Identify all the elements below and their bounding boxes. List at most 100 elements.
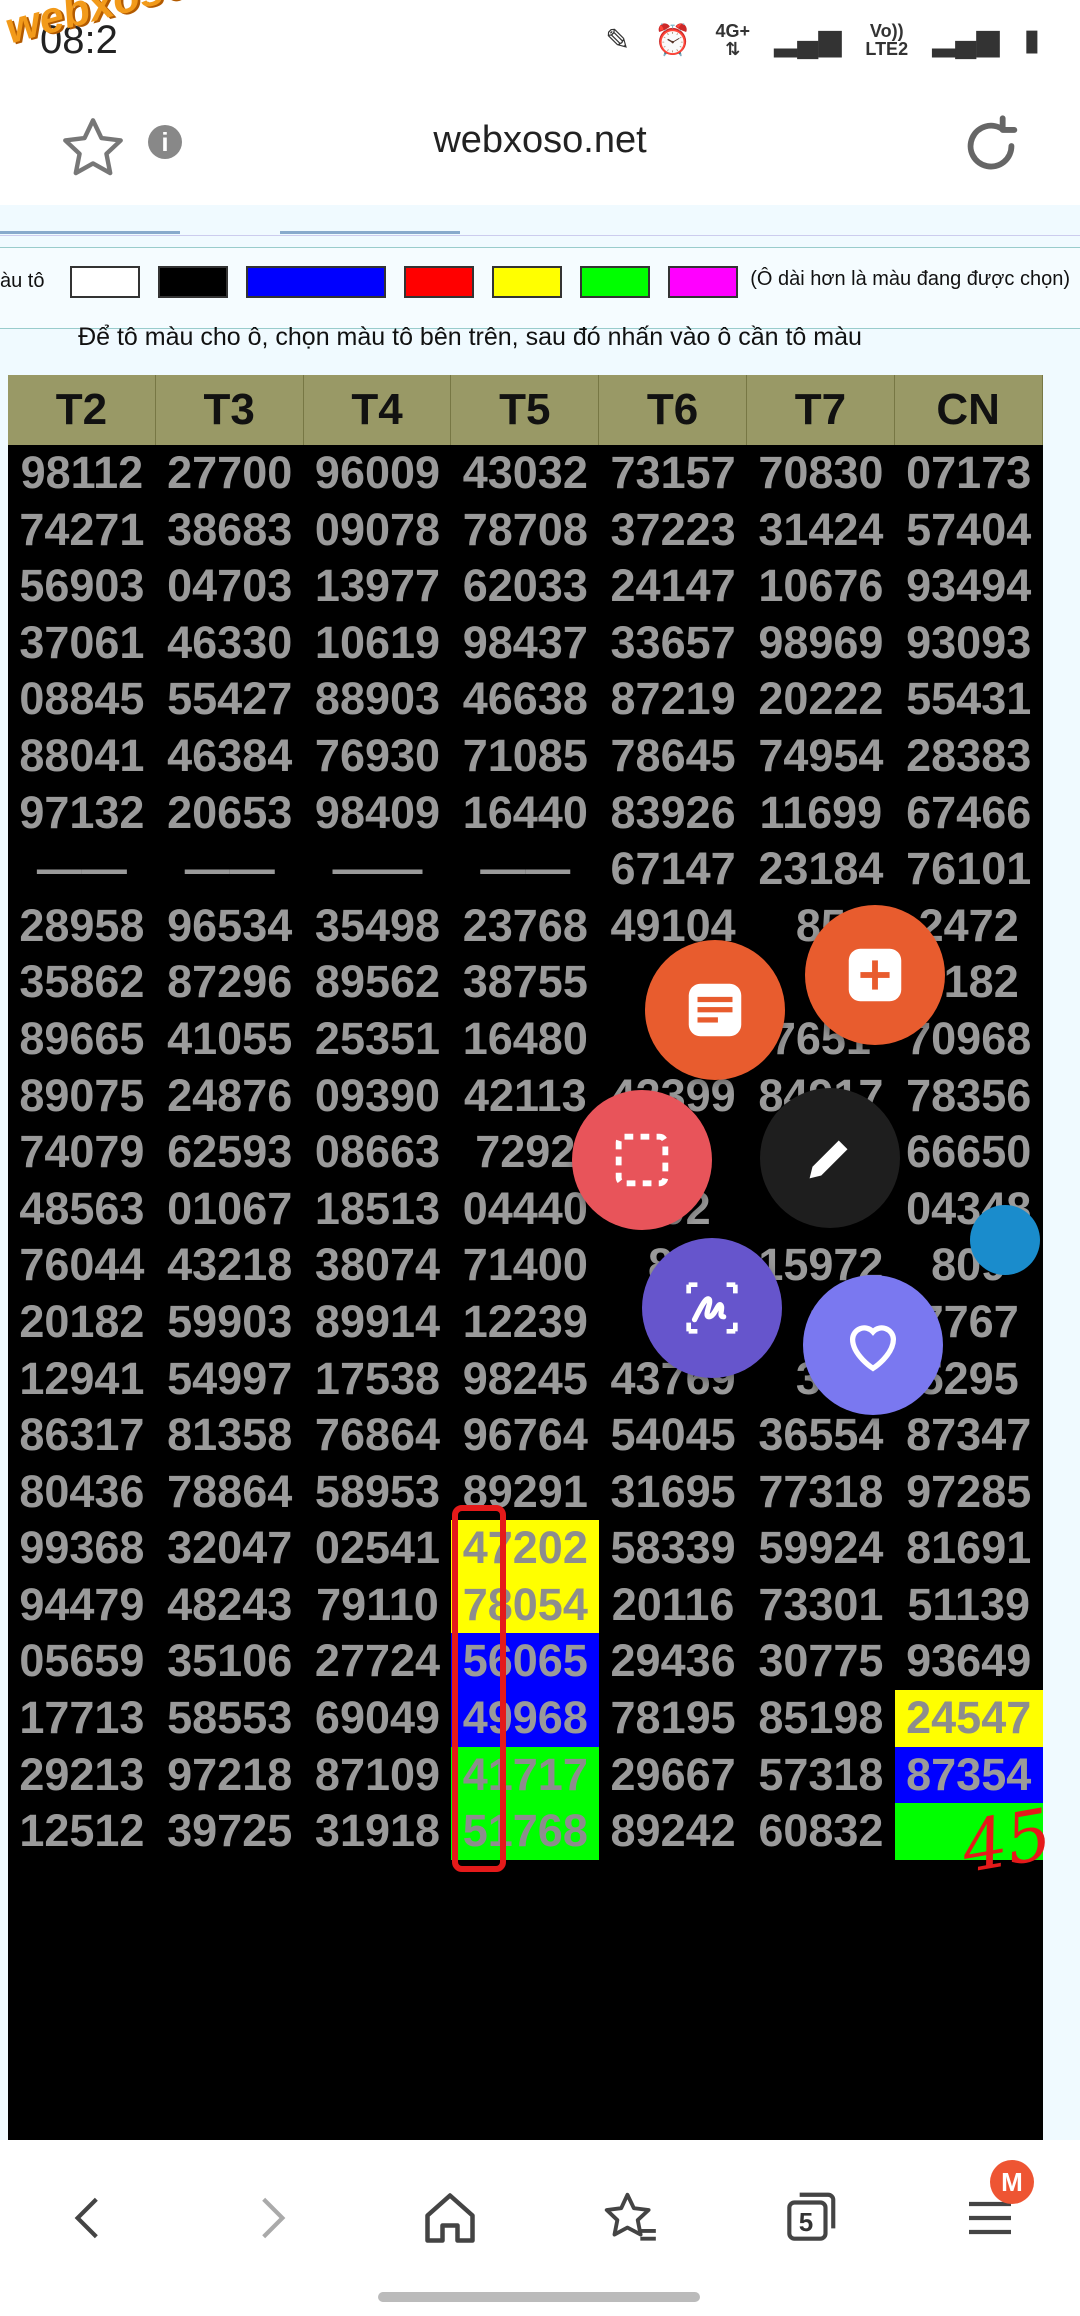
gesture-home-indicator[interactable] — [378, 2292, 700, 2302]
table-cell[interactable]: 29213 — [8, 1747, 156, 1804]
table-cell[interactable]: 31695 — [599, 1464, 747, 1521]
table-cell[interactable]: 10619 — [304, 615, 452, 672]
table-cell[interactable]: 54997 — [156, 1351, 304, 1408]
table-cell[interactable]: 41055 — [156, 1011, 304, 1068]
table-cell[interactable]: 08845 — [8, 671, 156, 728]
live-message-bubble[interactable] — [803, 1275, 943, 1415]
table-cell[interactable]: 16440 — [451, 785, 599, 842]
swatch-yellow[interactable] — [492, 266, 562, 298]
table-cell[interactable]: 79110 — [304, 1577, 452, 1634]
table-cell[interactable]: 35498 — [304, 898, 452, 955]
back-button[interactable] — [48, 2178, 128, 2258]
table-cell[interactable]: 20116 — [599, 1577, 747, 1634]
table-cell[interactable]: 31424 — [747, 502, 895, 559]
table-cell[interactable]: 76044 — [8, 1237, 156, 1294]
table-cell[interactable]: 87296 — [156, 954, 304, 1011]
table-cell[interactable]: 83926 — [599, 785, 747, 842]
smart-select-bubble[interactable] — [572, 1090, 712, 1230]
table-cell[interactable]: 01067 — [156, 1181, 304, 1238]
edge-panel-handle[interactable] — [970, 1205, 1040, 1275]
table-cell[interactable]: 09390 — [304, 1068, 452, 1125]
table-cell[interactable]: 38074 — [304, 1237, 452, 1294]
table-cell[interactable]: 54045 — [599, 1407, 747, 1464]
table-cell[interactable]: 93649 — [895, 1633, 1043, 1690]
table-cell[interactable]: 80436 — [8, 1464, 156, 1521]
table-cell[interactable]: 67147 — [599, 841, 747, 898]
table-cell[interactable]: 37223 — [599, 502, 747, 559]
table-cell[interactable]: 25351 — [304, 1011, 452, 1068]
table-cell[interactable]: 38755 — [451, 954, 599, 1011]
swatch-blue[interactable] — [246, 266, 386, 298]
table-cell[interactable]: 27700 — [156, 445, 304, 502]
table-cell[interactable]: 96534 — [156, 898, 304, 955]
table-cell[interactable]: 23768 — [451, 898, 599, 955]
table-cell[interactable]: 77318 — [747, 1464, 895, 1521]
table-cell[interactable]: 20653 — [156, 785, 304, 842]
swatch-magenta[interactable] — [668, 266, 738, 298]
swatch-green[interactable] — [580, 266, 650, 298]
table-cell[interactable]: 12941 — [8, 1351, 156, 1408]
table-cell[interactable]: 76864 — [304, 1407, 452, 1464]
table-cell[interactable]: 46384 — [156, 728, 304, 785]
swatch-black[interactable] — [158, 266, 228, 298]
table-cell[interactable]: 29436 — [599, 1633, 747, 1690]
table-cell[interactable]: 74271 — [8, 502, 156, 559]
table-cell[interactable]: 98437 — [451, 615, 599, 672]
table-cell[interactable]: 24876 — [156, 1068, 304, 1125]
table-cell[interactable]: 28383 — [895, 728, 1043, 785]
table-cell[interactable]: 28958 — [8, 898, 156, 955]
table-cell[interactable]: 70830 — [747, 445, 895, 502]
table-cell[interactable]: 89242 — [599, 1803, 747, 1860]
home-button[interactable] — [410, 2178, 490, 2258]
table-cell[interactable]: 76101 — [895, 841, 1043, 898]
table-cell[interactable]: 39725 — [156, 1803, 304, 1860]
table-cell[interactable]: 05659 — [8, 1633, 156, 1690]
table-cell[interactable]: 66650 — [895, 1124, 1043, 1181]
table-cell[interactable]: 81358 — [156, 1407, 304, 1464]
table-cell[interactable]: 87354 — [894, 1746, 1043, 1804]
table-cell[interactable]: 81691 — [895, 1520, 1043, 1577]
table-cell[interactable]: 76930 — [304, 728, 452, 785]
table-cell[interactable]: 99368 — [8, 1520, 156, 1577]
table-cell[interactable]: 98409 — [304, 785, 452, 842]
swatch-red[interactable] — [404, 266, 474, 298]
table-cell[interactable]: 69049 — [304, 1690, 452, 1747]
table-cell[interactable]: 78195 — [599, 1690, 747, 1747]
table-cell[interactable]: 43032 — [451, 445, 599, 502]
table-cell[interactable]: 20222 — [747, 671, 895, 728]
table-cell[interactable]: 87347 — [895, 1407, 1043, 1464]
table-cell[interactable]: 35862 — [8, 954, 156, 1011]
table-cell[interactable]: 57404 — [895, 502, 1043, 559]
screen-write-bubble[interactable] — [642, 1238, 782, 1378]
table-cell[interactable]: 73301 — [747, 1577, 895, 1634]
table-cell[interactable]: 33657 — [599, 615, 747, 672]
table-cell[interactable]: 98112 — [8, 445, 156, 502]
table-cell[interactable]: 55427 — [156, 671, 304, 728]
bookmarks-button[interactable] — [590, 2178, 670, 2258]
table-cell[interactable]: 96009 — [304, 445, 452, 502]
table-cell[interactable]: 43218 — [156, 1237, 304, 1294]
table-cell[interactable]: 93093 — [895, 615, 1043, 672]
table-cell[interactable]: 30775 — [747, 1633, 895, 1690]
table-cell[interactable]: 17538 — [304, 1351, 452, 1408]
table-cell[interactable]: 56903 — [8, 558, 156, 615]
table-cell[interactable]: 12512 — [8, 1803, 156, 1860]
table-cell[interactable]: 55431 — [895, 671, 1043, 728]
table-cell[interactable]: 96764 — [451, 1407, 599, 1464]
table-cell[interactable]: 58553 — [156, 1690, 304, 1747]
table-cell[interactable]: 38683 — [156, 502, 304, 559]
table-cell[interactable]: 24147 — [599, 558, 747, 615]
table-cell[interactable]: 89665 — [8, 1011, 156, 1068]
table-cell[interactable]: 78708 — [451, 502, 599, 559]
table-cell[interactable]: 35106 — [156, 1633, 304, 1690]
table-cell[interactable]: 78864 — [156, 1464, 304, 1521]
table-cell[interactable]: 74954 — [747, 728, 895, 785]
table-cell[interactable]: 59924 — [747, 1520, 895, 1577]
table-cell[interactable]: 16480 — [451, 1011, 599, 1068]
table-cell[interactable]: 57318 — [747, 1747, 895, 1804]
table-cell[interactable]: 71085 — [451, 728, 599, 785]
table-cell[interactable]: 02541 — [304, 1520, 452, 1577]
table-cell[interactable]: 94479 — [8, 1577, 156, 1634]
table-cell[interactable]: 89562 — [304, 954, 452, 1011]
table-cell[interactable]: 71400 — [451, 1237, 599, 1294]
